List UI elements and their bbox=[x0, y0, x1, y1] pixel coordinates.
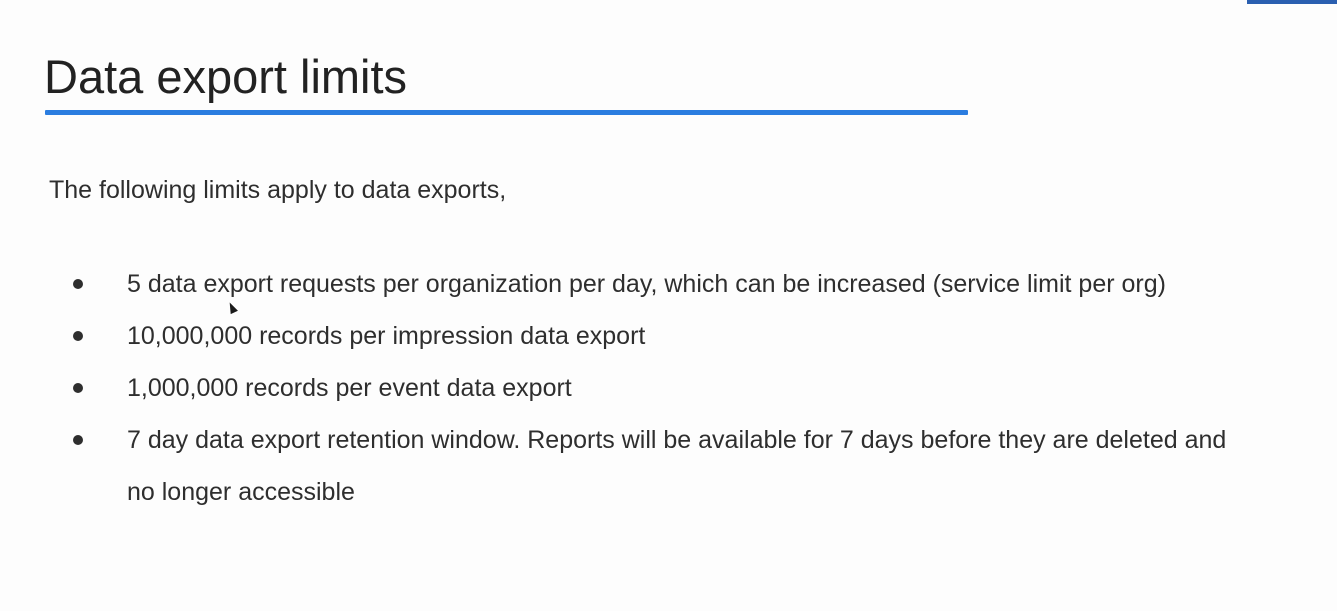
intro-text: The following limits apply to data expor… bbox=[49, 176, 507, 204]
bullet-dot-icon bbox=[73, 331, 83, 341]
list-item-text: 7 day data export retention window. Repo… bbox=[127, 426, 1227, 506]
list-item: 10,000,000 records per impression data e… bbox=[72, 310, 1272, 362]
list-item-text: 1,000,000 records per event data export bbox=[127, 374, 572, 402]
bullet-dot-icon bbox=[73, 383, 83, 393]
corner-accent-bar bbox=[1247, 0, 1337, 4]
slide: Data export limits The following limits … bbox=[0, 0, 1337, 611]
slide-title: Data export limits bbox=[44, 50, 408, 103]
limits-list: 5 data export requests per organization … bbox=[72, 258, 1272, 518]
list-item: 7 day data export retention window. Repo… bbox=[72, 414, 1247, 518]
bullet-dot-icon bbox=[73, 435, 83, 445]
list-item: 1,000,000 records per event data export bbox=[72, 362, 1272, 414]
list-item-text: 10,000,000 records per impression data e… bbox=[127, 322, 646, 350]
list-item: 5 data export requests per organization … bbox=[72, 258, 1272, 310]
list-item-text: 5 data export requests per organization … bbox=[127, 270, 1166, 298]
bullet-dot-icon bbox=[73, 279, 83, 289]
title-underline bbox=[45, 110, 968, 115]
